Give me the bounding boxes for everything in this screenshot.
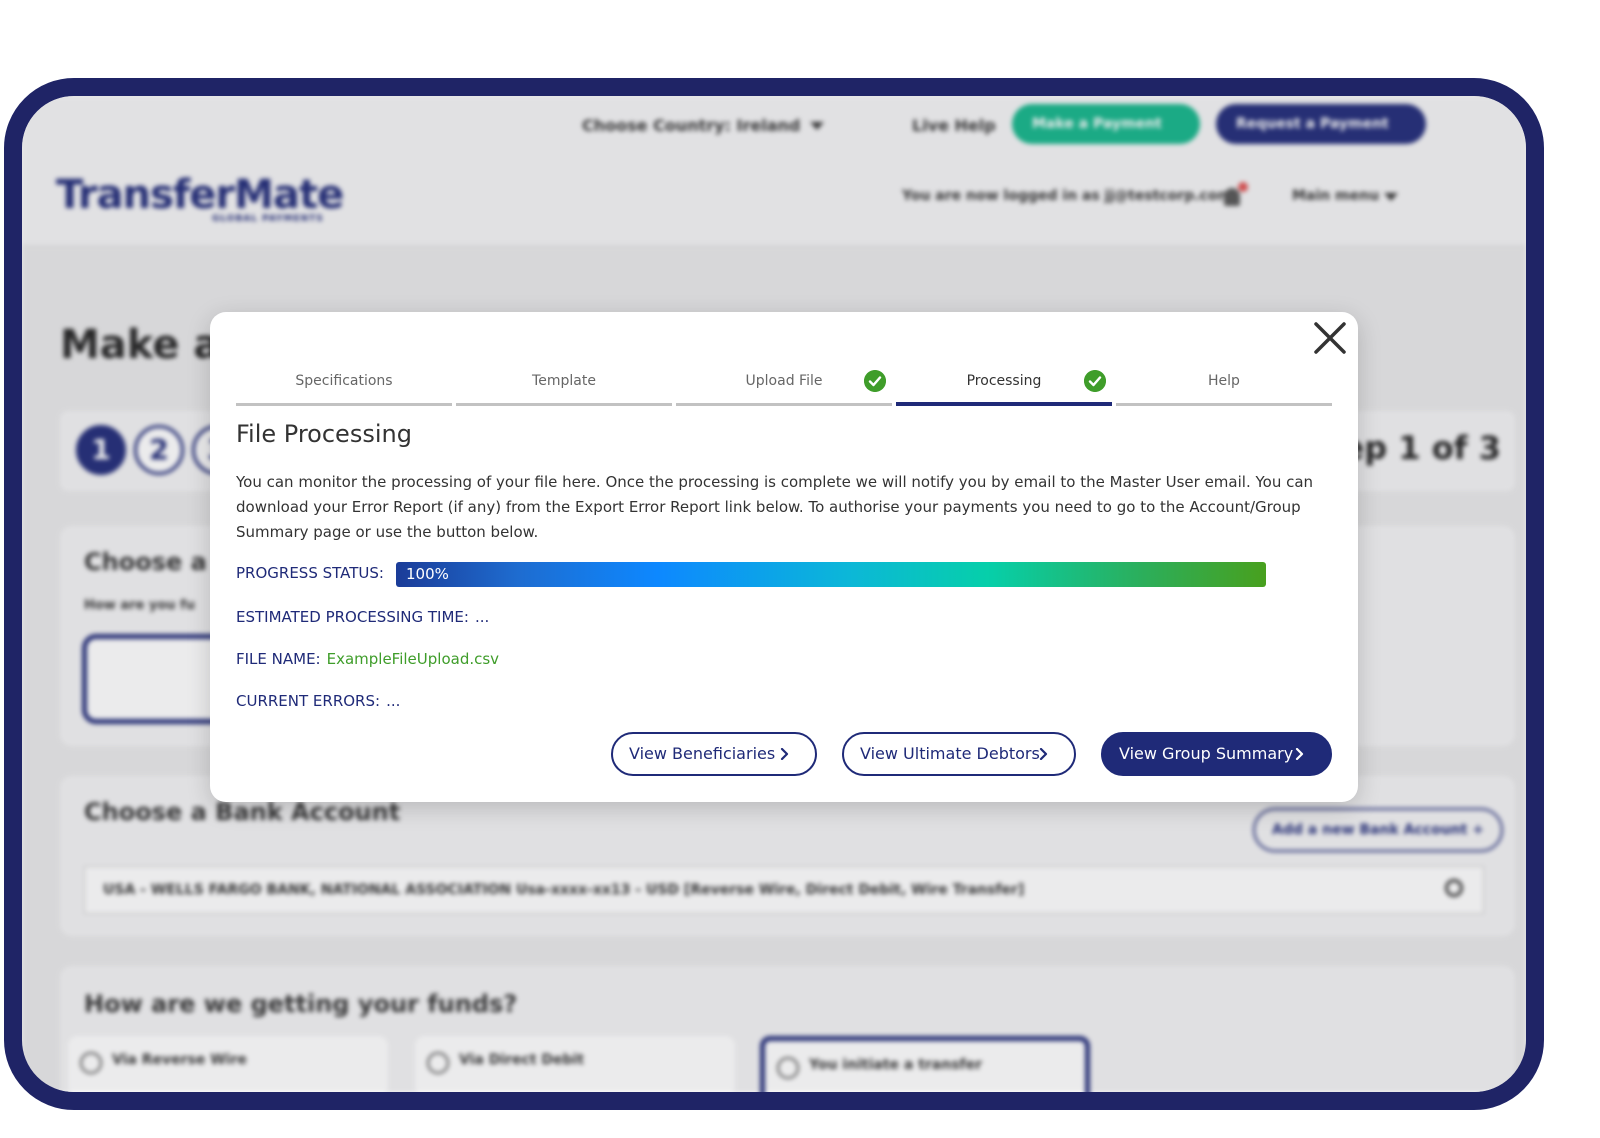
tab-specifications[interactable]: Specifications (236, 366, 452, 406)
file-processing-modal: Specifications Template Upload File Proc… (210, 312, 1358, 802)
button-label: View Group Summary (1119, 744, 1294, 763)
current-errors-label: CURRENT ERRORS: (236, 692, 381, 710)
tab-label: Help (1208, 373, 1240, 389)
tab-processing[interactable]: Processing (896, 366, 1112, 406)
modal-description: You can monitor the processing of your f… (236, 473, 1314, 541)
tab-label: Template (532, 373, 596, 389)
tab-label: Upload File (745, 373, 823, 389)
view-beneficiaries-button[interactable]: View Beneficiaries (611, 732, 817, 776)
processing-time-label: ESTIMATED PROCESSING TIME: (236, 608, 469, 626)
processing-time-row: ESTIMATED PROCESSING TIME:... (236, 608, 489, 626)
chevron-right-icon (1295, 748, 1304, 760)
file-name-value: ExampleFileUpload.csv (326, 650, 500, 668)
tab-template[interactable]: Template (456, 366, 672, 406)
tab-label: Processing (966, 373, 1042, 389)
modal-title: File Processing (236, 420, 412, 448)
check-circle-icon (1084, 370, 1106, 392)
tab-upload-file[interactable]: Upload File (676, 366, 892, 406)
progress-bar: 100% (396, 562, 1266, 587)
current-errors-row: CURRENT ERRORS:... (236, 692, 400, 710)
tab-label: Specifications (295, 373, 393, 389)
tab-help[interactable]: Help (1116, 366, 1332, 406)
file-name-row: FILE NAME: ExampleFileUpload.csv (236, 650, 499, 668)
current-errors-value: ... (386, 692, 401, 710)
button-label: View Ultimate Debtors (860, 744, 1040, 763)
file-name-label: FILE NAME: (236, 650, 321, 668)
check-circle-icon (864, 370, 886, 392)
button-label: View Beneficiaries (629, 744, 776, 763)
progress-status-label: PROGRESS STATUS: (236, 564, 384, 582)
progress-percent: 100% (406, 565, 449, 583)
view-group-summary-button[interactable]: View Group Summary (1101, 732, 1332, 776)
chevron-right-icon (1039, 748, 1048, 760)
view-ultimate-debtors-button[interactable]: View Ultimate Debtors (842, 732, 1076, 776)
processing-time-value: ... (474, 608, 490, 626)
chevron-right-icon (780, 748, 789, 760)
wizard-tabs: Specifications Template Upload File Proc… (236, 366, 1332, 406)
device-frame: Choose Country: Ireland Live Help Make a… (4, 78, 1544, 1110)
close-icon[interactable] (1312, 320, 1348, 356)
